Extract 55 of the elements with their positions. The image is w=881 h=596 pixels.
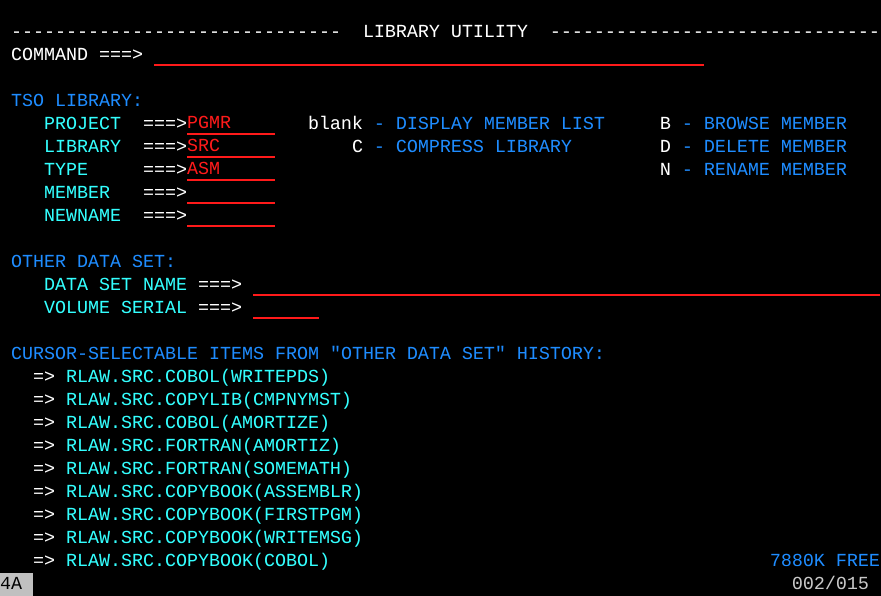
selection-marker: => bbox=[32, 550, 55, 573]
selection-marker: => bbox=[32, 527, 55, 550]
option-description: - DELETE MEMBER bbox=[682, 136, 847, 159]
history-item[interactable]: RLAW.SRC.FORTRAN(AMORTIZ) bbox=[66, 435, 341, 458]
option-description: - COMPRESS LIBRARY bbox=[374, 136, 572, 159]
selection-marker: => bbox=[32, 504, 55, 527]
selection-marker: => bbox=[32, 366, 55, 389]
cursor-position: 002/015 bbox=[792, 573, 869, 596]
command-label: COMMAND ===> bbox=[10, 44, 143, 67]
section-heading: TSO LIBRARY: bbox=[10, 90, 143, 113]
field-label: LIBRARY bbox=[44, 136, 121, 159]
option-key: D bbox=[660, 136, 671, 159]
screen-title: LIBRARY UTILITY bbox=[362, 21, 528, 44]
section-heading: OTHER DATA SET: bbox=[10, 251, 176, 274]
field-arrow: ===> bbox=[142, 136, 187, 159]
selection-marker: => bbox=[32, 389, 55, 412]
field-label: DATA SET NAME bbox=[44, 274, 187, 297]
field-label: VOLUME SERIAL bbox=[44, 297, 187, 320]
field-arrow: ===> bbox=[142, 159, 187, 182]
free-space-text: 7880K FREE bbox=[770, 550, 880, 573]
field-label: PROJECT bbox=[44, 113, 121, 136]
field-label: MEMBER bbox=[44, 182, 110, 205]
rule-text: ------------------------------ bbox=[550, 21, 880, 44]
field-arrow: ===> bbox=[142, 205, 187, 228]
selection-marker: => bbox=[32, 435, 55, 458]
field-label: NEWNAME bbox=[44, 205, 121, 228]
section-heading: CURSOR-SELECTABLE ITEMS FROM "OTHER DATA SET" HISTORY: bbox=[10, 343, 605, 366]
input-field[interactable]: SRC bbox=[186, 136, 275, 158]
history-item[interactable]: RLAW.SRC.COBOL(AMORTIZE) bbox=[66, 412, 330, 435]
field-arrow: ===> bbox=[142, 182, 187, 205]
field-label: TYPE bbox=[44, 159, 88, 182]
history-item[interactable]: RLAW.SRC.COPYBOOK(WRITEMSG) bbox=[66, 527, 363, 550]
option-key: N bbox=[660, 159, 671, 182]
history-item[interactable]: RLAW.SRC.COPYLIB(CMPNYMST) bbox=[66, 389, 352, 412]
option-key: C bbox=[352, 136, 363, 159]
option-key: B bbox=[660, 113, 671, 136]
history-item[interactable]: RLAW.SRC.COPYBOOK(ASSEMBLR) bbox=[66, 481, 363, 504]
history-item[interactable]: RLAW.SRC.FORTRAN(SOMEMATH) bbox=[66, 458, 352, 481]
input-field[interactable]: PGMR bbox=[186, 113, 275, 135]
input-field[interactable]: ASM bbox=[186, 159, 275, 181]
field-arrow: ===> bbox=[198, 297, 242, 320]
option-description: - BROWSE MEMBER bbox=[682, 113, 847, 136]
history-item[interactable]: RLAW.SRC.COPYBOOK(FIRSTPGM) bbox=[66, 504, 363, 527]
selection-marker: => bbox=[32, 481, 55, 504]
history-item[interactable]: RLAW.SRC.COBOL(WRITEPDS) bbox=[66, 366, 330, 389]
option-key: blank bbox=[308, 113, 363, 136]
session-indicator: 4A bbox=[0, 573, 33, 596]
option-description: - DISPLAY MEMBER LIST bbox=[374, 113, 605, 136]
option-description: - RENAME MEMBER bbox=[682, 159, 847, 182]
field-arrow: ===> bbox=[198, 274, 242, 297]
rule-text: ------------------------------ bbox=[10, 21, 341, 44]
selection-marker: => bbox=[32, 458, 55, 481]
selection-marker: => bbox=[32, 412, 55, 435]
field-arrow: ===> bbox=[142, 113, 187, 136]
history-item[interactable]: RLAW.SRC.COPYBOOK(COBOL) bbox=[66, 550, 330, 573]
